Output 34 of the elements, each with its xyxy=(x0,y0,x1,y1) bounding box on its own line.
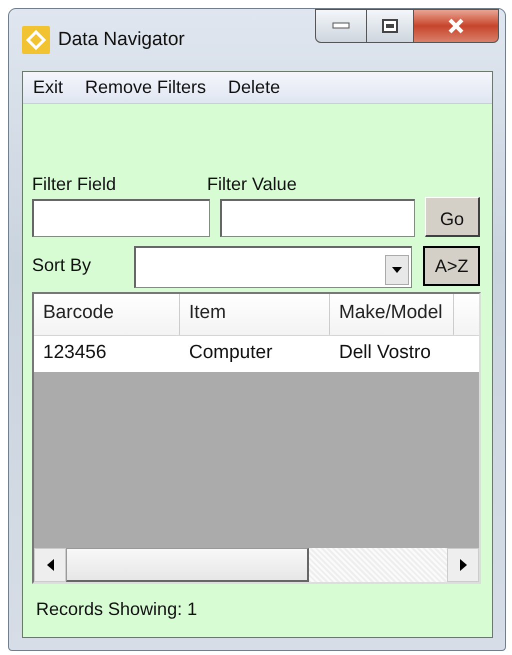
sort-by-dropdown[interactable] xyxy=(134,246,412,288)
app-icon xyxy=(22,26,50,54)
table-cell-text: Computer xyxy=(188,341,274,365)
filter-value-label: Filter Value xyxy=(207,174,297,195)
maximize-icon xyxy=(382,19,398,33)
table-cell-text: Dell Vostro xyxy=(338,341,432,365)
sort-order-button[interactable]: A>Z xyxy=(423,246,480,286)
scroll-thumb[interactable] xyxy=(66,548,309,582)
maximize-button[interactable] xyxy=(367,9,414,43)
status-text: Records Showing: 1 xyxy=(35,598,198,620)
filter-field-input[interactable] xyxy=(32,199,210,237)
right-arrow-icon xyxy=(460,559,466,571)
close-button[interactable] xyxy=(414,9,499,43)
menu-item[interactable]: Delete xyxy=(228,77,280,98)
left-arrow-icon xyxy=(46,559,54,571)
go-button[interactable]: Go xyxy=(425,197,480,237)
filter-value-input[interactable] xyxy=(220,199,415,237)
minimize-button[interactable] xyxy=(315,9,367,43)
table-row[interactable]: 123456 Computer Dell Vostro xyxy=(34,336,479,372)
sort-by-label: Sort By xyxy=(32,254,92,276)
column-header[interactable]: Item xyxy=(180,294,330,335)
horizontal-scrollbar[interactable] xyxy=(34,548,479,582)
column-header[interactable]: Make/Model xyxy=(330,294,454,335)
close-icon xyxy=(447,18,465,34)
dropdown-arrow-icon xyxy=(392,267,402,273)
menu-item[interactable]: Remove Filters xyxy=(85,77,206,98)
window-title: Data Navigator xyxy=(58,29,186,51)
minimize-icon xyxy=(332,22,350,30)
column-header[interactable]: Barcode xyxy=(34,294,180,335)
table-cell-text: 123456 xyxy=(42,341,108,365)
scroll-right-button[interactable] xyxy=(447,548,479,582)
filter-field-label: Filter Field xyxy=(32,174,118,195)
scroll-left-button[interactable] xyxy=(34,548,66,582)
menu-item[interactable]: Exit xyxy=(33,77,64,98)
